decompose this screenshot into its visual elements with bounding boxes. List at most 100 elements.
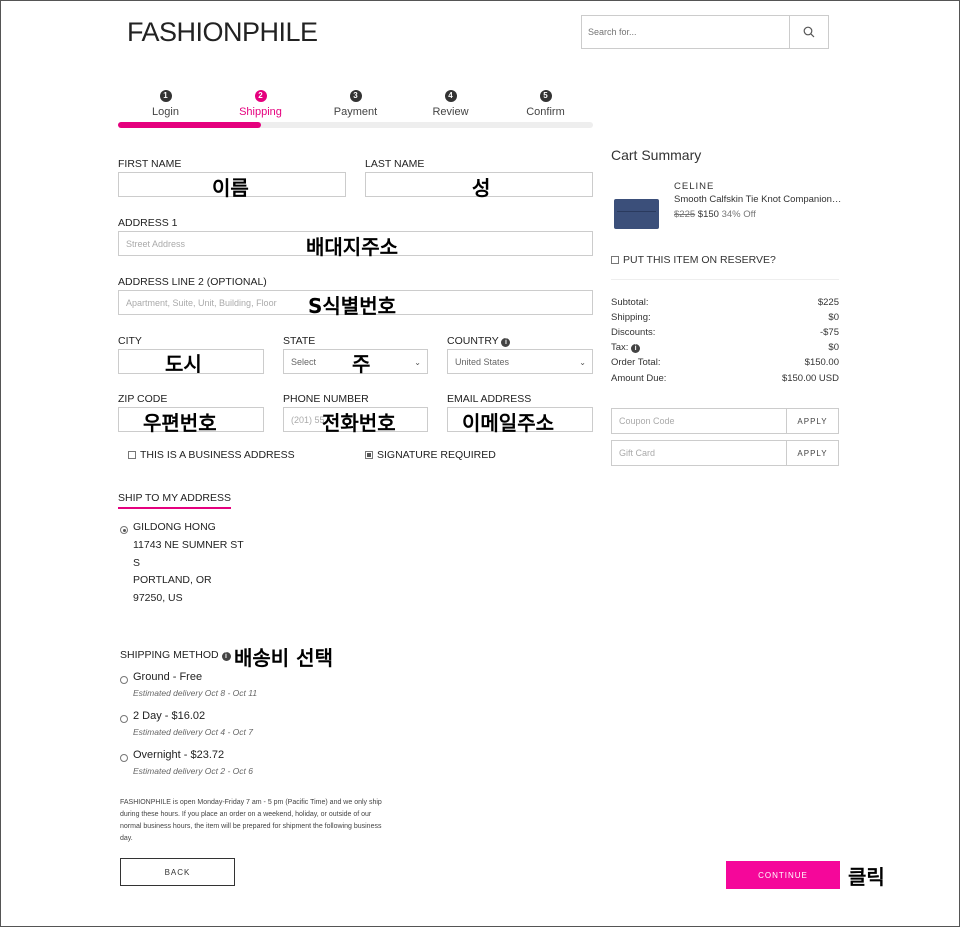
step-label: Confirm: [526, 106, 565, 118]
search-input[interactable]: [582, 16, 789, 48]
step-payment[interactable]: 3 Payment: [308, 90, 403, 118]
checkbox-icon[interactable]: [128, 451, 136, 459]
apply-gift-card-button[interactable]: APPLY: [786, 441, 838, 465]
overlay-zip: 우편번호: [143, 411, 217, 435]
address-line: 11743 NE SUMNER ST: [133, 539, 244, 551]
product-image[interactable]: [614, 199, 659, 229]
back-button[interactable]: BACK: [120, 858, 235, 886]
state-value: Select: [291, 356, 317, 367]
shipping-option-label[interactable]: 2 Day - $16.02: [133, 710, 205, 722]
step-confirm[interactable]: 5 Confirm: [498, 90, 593, 118]
overlay-shipping-method: 배송비 선택: [234, 646, 333, 670]
shipping-option-radio[interactable]: [120, 749, 128, 767]
signature-required-checkbox[interactable]: SIGNATURE REQUIRED: [365, 449, 496, 461]
business-address-checkbox[interactable]: THIS IS A BUSINESS ADDRESS: [128, 449, 295, 461]
country-label-text: COUNTRY: [447, 335, 499, 347]
summary-value: $225: [817, 297, 839, 308]
radio-icon[interactable]: [120, 715, 128, 723]
address1-label: ADDRESS 1: [118, 217, 178, 229]
info-icon[interactable]: i: [631, 344, 641, 353]
step-review[interactable]: 4 Review: [403, 90, 498, 118]
shipping-option-label[interactable]: Overnight - $23.72: [133, 749, 224, 761]
signature-required-label: SIGNATURE REQUIRED: [377, 449, 496, 461]
chevron-down-icon: ⌄: [579, 358, 586, 367]
address2-label: ADDRESS LINE 2 (OPTIONAL): [118, 276, 267, 288]
overlay-continue: 클릭: [848, 865, 885, 889]
overlay-last-name: 성: [472, 176, 491, 200]
address-radio[interactable]: [120, 521, 128, 539]
summary-label: Tax: i: [611, 342, 641, 353]
apply-coupon-button[interactable]: APPLY: [786, 409, 838, 433]
reserve-label: PUT THIS ITEM ON RESERVE?: [623, 254, 776, 266]
overlay-state: 주: [352, 352, 371, 376]
step-number: 1: [159, 90, 172, 102]
summary-row: Amount Due: $150.00 USD: [611, 373, 839, 384]
summary-row: Order Total: $150.00: [611, 357, 839, 368]
summary-row: Tax: i $0: [611, 342, 839, 353]
phone-label: PHONE NUMBER: [283, 393, 369, 405]
search-button[interactable]: [789, 16, 828, 48]
first-name-label: FIRST NAME: [118, 158, 182, 170]
logo[interactable]: FASHIONPHILE: [127, 17, 318, 48]
step-number: 3: [349, 90, 362, 102]
summary-value: $0: [828, 342, 839, 353]
summary-row: Shipping: $0: [611, 312, 839, 323]
coupon-input[interactable]: Coupon Code: [612, 409, 786, 433]
overlay-phone: 전화번호: [322, 411, 396, 435]
city-label: CITY: [118, 335, 142, 347]
info-icon[interactable]: i: [501, 338, 511, 347]
checkbox-icon[interactable]: [611, 256, 619, 264]
email-label: EMAIL ADDRESS: [447, 393, 532, 405]
reserve-checkbox[interactable]: PUT THIS ITEM ON RESERVE?: [611, 254, 776, 266]
summary-value: $150.00 USD: [781, 373, 839, 384]
tax-label: Tax:: [611, 342, 629, 353]
step-label: Login: [152, 106, 179, 118]
shipping-option-label[interactable]: Ground - Free: [133, 671, 202, 683]
product-name[interactable]: Smooth Calfskin Tie Knot Companion ...: [674, 194, 842, 205]
shipping-option-estimate: Estimated delivery Oct 2 - Oct 6: [133, 766, 253, 776]
ship-to-my-address-tab[interactable]: SHIP TO MY ADDRESS: [118, 492, 232, 509]
summary-label: Order Total:: [611, 357, 661, 368]
radio-icon[interactable]: [120, 676, 128, 684]
summary-label: Subtotal:: [611, 297, 649, 308]
overlay-first-name: 이름: [212, 176, 249, 200]
business-address-label: THIS IS A BUSINESS ADDRESS: [140, 449, 295, 461]
cart-summary-title: Cart Summary: [611, 147, 702, 163]
shipping-option-radio[interactable]: [120, 710, 128, 728]
step-number: 5: [539, 90, 552, 102]
gift-card-form: Gift Card APPLY: [611, 440, 839, 466]
search-icon: [803, 26, 815, 38]
country-select[interactable]: United States ⌄: [447, 349, 593, 374]
address-line: S: [133, 557, 141, 569]
radio-icon[interactable]: [120, 754, 128, 762]
overlay-email: 이메일주소: [462, 411, 554, 435]
chevron-down-icon: ⌄: [414, 358, 421, 367]
continue-button[interactable]: CONTINUE: [726, 861, 840, 889]
shipping-method-label: SHIPPING METHOD: [120, 649, 219, 661]
step-label: Payment: [333, 106, 378, 118]
country-value: United States: [455, 356, 510, 367]
radio-checked-icon[interactable]: [120, 526, 128, 534]
address-line: PORTLAND, OR: [133, 574, 212, 586]
address-line: GILDONG HONG: [133, 521, 216, 533]
product-brand: CELINE: [674, 181, 715, 192]
shipping-option-radio[interactable]: [120, 671, 128, 689]
coupon-form: Coupon Code APPLY: [611, 408, 839, 434]
summary-value: $0: [828, 312, 839, 323]
summary-row: Discounts: -$75: [611, 327, 839, 338]
product-prices: $225 $150 34% Off: [674, 209, 756, 220]
progress-bar: [118, 122, 593, 128]
step-shipping[interactable]: 2 Shipping: [213, 90, 308, 118]
info-icon[interactable]: i: [221, 652, 231, 661]
step-number: 4: [444, 90, 457, 102]
checkbox-checked-icon[interactable]: [365, 451, 373, 459]
step-login[interactable]: 1 Login: [118, 90, 213, 118]
discount-badge: 34% Off: [721, 209, 756, 220]
summary-label: Discounts:: [611, 327, 656, 338]
sale-price: $150: [697, 209, 719, 220]
overlay-address1: 배대지주소: [306, 235, 398, 259]
summary-value: -$75: [819, 327, 839, 338]
step-label: Shipping: [239, 106, 282, 118]
gift-card-input[interactable]: Gift Card: [612, 441, 786, 465]
step-number: 2: [254, 90, 267, 102]
